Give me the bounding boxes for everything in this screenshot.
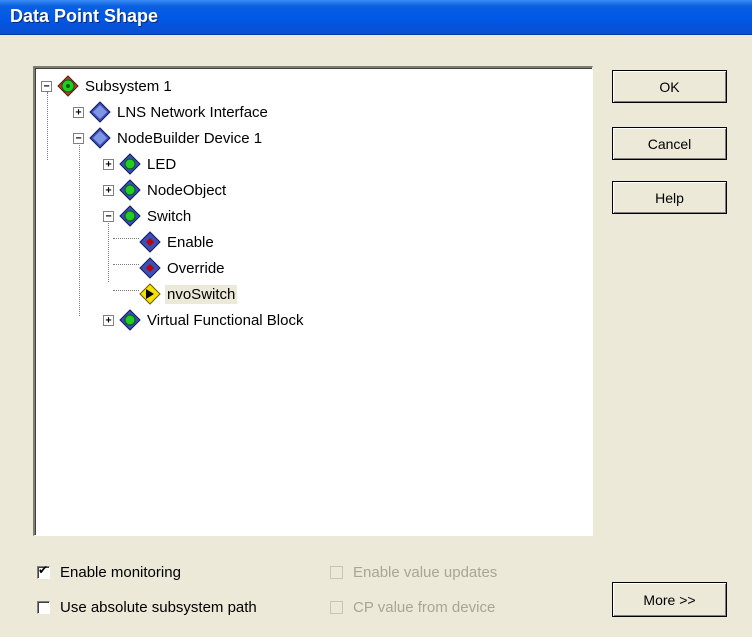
ok-button[interactable]: OK — [612, 70, 727, 103]
expand-icon[interactable]: + — [103, 314, 114, 326]
checkbox-label: Use absolute subsystem path — [60, 599, 257, 616]
block-icon — [119, 309, 141, 331]
tree-label: Override — [167, 259, 225, 277]
collapse-icon[interactable]: − — [73, 132, 84, 144]
datapoint-icon — [139, 257, 161, 279]
checkbox-label: CP value from device — [353, 599, 496, 616]
checkbox-box — [330, 566, 343, 579]
tree-label: LNS Network Interface — [117, 103, 268, 121]
collapse-icon[interactable]: − — [41, 80, 52, 92]
cp-from-device-checkbox: CP value from device — [330, 599, 495, 616]
help-button[interactable]: Help — [612, 181, 727, 214]
window-title: Data Point Shape — [10, 6, 159, 26]
tree-label: Virtual Functional Block — [147, 311, 304, 329]
tree-label-selected: nvoSwitch — [165, 284, 238, 304]
expand-icon[interactable]: + — [103, 158, 114, 170]
tree-view[interactable]: − Subsystem 1 + LNS Network Interface − … — [33, 66, 593, 536]
checkbox-box — [330, 601, 343, 614]
block-icon — [119, 205, 141, 227]
tree-line — [113, 264, 139, 265]
checkbox-label: Enable monitoring — [60, 564, 181, 581]
more-button[interactable]: More >> — [612, 582, 727, 617]
tree-node-switch[interactable]: − Switch — [103, 205, 193, 227]
datapoint-icon — [139, 231, 161, 253]
tree-node-nodeobject[interactable]: + NodeObject — [103, 179, 228, 201]
device-icon — [89, 127, 111, 149]
tree-node-vfb[interactable]: + Virtual Functional Block — [103, 309, 305, 331]
tree-label: NodeBuilder Device 1 — [117, 129, 263, 147]
output-datapoint-icon — [139, 283, 161, 305]
title-bar[interactable]: Data Point Shape — [0, 0, 752, 35]
checkbox-box[interactable] — [37, 563, 50, 579]
tree-node-subsystem[interactable]: − Subsystem 1 — [41, 75, 174, 97]
tree-line — [47, 92, 48, 160]
tree-node-lns[interactable]: + LNS Network Interface — [73, 101, 270, 123]
tree-node-nvoswitch[interactable]: nvoSwitch — [139, 283, 238, 305]
absolute-path-checkbox[interactable]: Use absolute subsystem path — [37, 599, 257, 616]
tree-label: Subsystem 1 — [85, 77, 172, 95]
tree-label: Switch — [147, 207, 192, 225]
tree-node-led[interactable]: + LED — [103, 153, 178, 175]
tree-label: Enable — [167, 233, 214, 251]
tree-line — [79, 138, 80, 316]
enable-monitoring-checkbox[interactable]: Enable monitoring — [37, 563, 181, 581]
tree-line — [113, 290, 139, 291]
expand-icon[interactable]: + — [103, 184, 114, 196]
cancel-button[interactable]: Cancel — [612, 127, 727, 160]
checkbox-label: Enable value updates — [353, 564, 498, 581]
tree-node-device[interactable]: − NodeBuilder Device 1 — [73, 127, 264, 149]
expand-icon[interactable]: + — [73, 106, 84, 118]
value-updates-checkbox: Enable value updates — [330, 564, 497, 581]
block-icon — [119, 179, 141, 201]
device-icon — [89, 101, 111, 123]
checkbox-box[interactable] — [37, 601, 50, 614]
block-icon — [119, 153, 141, 175]
subsystem-icon — [57, 75, 79, 97]
tree-line — [113, 238, 139, 239]
tree-node-enable[interactable]: Enable — [139, 231, 216, 253]
tree-label: LED — [147, 155, 177, 173]
collapse-icon[interactable]: − — [103, 210, 114, 222]
tree-node-override[interactable]: Override — [139, 257, 227, 279]
tree-label: NodeObject — [147, 181, 227, 199]
